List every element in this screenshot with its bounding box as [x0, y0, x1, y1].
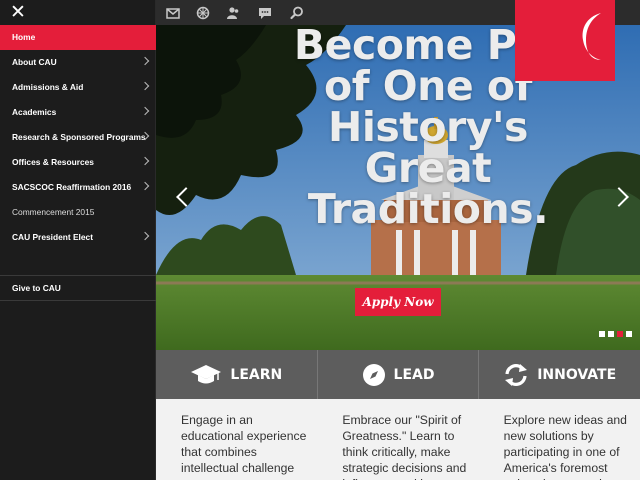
slide-dot[interactable] [608, 331, 614, 337]
sidebar-item-admissions[interactable]: Admissions & Aid [0, 75, 156, 100]
chevron-right-icon [140, 156, 150, 166]
chevron-right-icon [140, 81, 150, 91]
graduation-cap-icon [191, 364, 222, 383]
apply-now-button[interactable]: Apply Now [355, 288, 441, 316]
chevron-right-icon [140, 181, 150, 191]
divider [0, 300, 156, 301]
sidebar-item-label: Home [12, 32, 36, 42]
crescent-logo-icon [582, 13, 601, 60]
feature-label: INNOVATE [537, 366, 617, 383]
slide-dot[interactable] [599, 331, 605, 337]
slide-dot-active[interactable] [617, 331, 623, 337]
search-icon[interactable] [289, 5, 305, 21]
feature-label: LEAD [393, 366, 435, 383]
refresh-icon [505, 363, 528, 386]
sidebar-nav: ✕ Home About CAU Admissions & Aid Academ… [0, 0, 156, 480]
lead-description: Embrace our "Spirit of Greatness." Learn… [342, 413, 467, 480]
content-columns: Engage in an educational experience that… [156, 399, 640, 480]
feature-label: LEARN [230, 366, 283, 383]
nav-menu: Home About CAU Admissions & Aid Academic… [0, 25, 156, 250]
people-icon[interactable] [225, 5, 241, 21]
sidebar-item-academics[interactable]: Academics [0, 100, 156, 125]
sidebar-item-about[interactable]: About CAU [0, 50, 156, 75]
sidebar-item-label: Offices & Resources [12, 157, 94, 167]
sidebar-item-label: Commencement 2015 [12, 207, 95, 217]
sidebar-item-label: Research & Sponsored Programs [12, 132, 146, 142]
give-to-cau-link[interactable]: Give to CAU [0, 276, 156, 300]
sidebar-item-label: About CAU [12, 57, 57, 67]
chevron-right-icon [140, 56, 150, 66]
lead-button[interactable]: LEAD [316, 350, 479, 399]
compass-icon [362, 363, 385, 386]
directory-icon[interactable] [195, 5, 211, 21]
sidebar-item-commencement[interactable]: Commencement 2015 [0, 200, 156, 225]
sidebar-item-home[interactable]: Home [0, 25, 156, 50]
sidebar-item-label: Admissions & Aid [12, 82, 84, 92]
slide-dot[interactable] [626, 331, 632, 337]
chevron-right-icon [140, 106, 150, 116]
sidebar-item-research[interactable]: Research & Sponsored Programs [0, 125, 156, 150]
sidebar-item-offices[interactable]: Offices & Resources [0, 150, 156, 175]
learn-description: Engage in an educational experience that… [181, 413, 307, 475]
innovate-button[interactable]: INNOVATE [478, 350, 640, 399]
sidebar-item-label: Academics [12, 107, 57, 117]
headline-line: Great [364, 144, 492, 192]
slide-indicators [599, 331, 632, 337]
cau-logo[interactable] [515, 0, 615, 81]
chevron-right-icon [140, 231, 150, 241]
sidebar-item-label: CAU President Elect [12, 232, 93, 242]
feature-bar: LEARN LEAD INNOVATE [156, 350, 640, 399]
chat-icon[interactable] [257, 5, 273, 21]
headline-line: Traditions. [307, 185, 549, 233]
sidebar-item-sacscoc[interactable]: SACSCOC Reaffirmation 2016 [0, 175, 156, 200]
close-icon[interactable]: ✕ [10, 3, 28, 22]
mail-icon[interactable] [165, 5, 181, 21]
headline-line: History's [328, 103, 528, 151]
sidebar-item-president-elect[interactable]: CAU President Elect [0, 225, 156, 250]
innovate-description: Explore new ideas and new solutions by p… [503, 413, 627, 480]
sidebar-item-label: SACSCOC Reaffirmation 2016 [12, 182, 132, 192]
learn-button[interactable]: LEARN [156, 350, 317, 399]
